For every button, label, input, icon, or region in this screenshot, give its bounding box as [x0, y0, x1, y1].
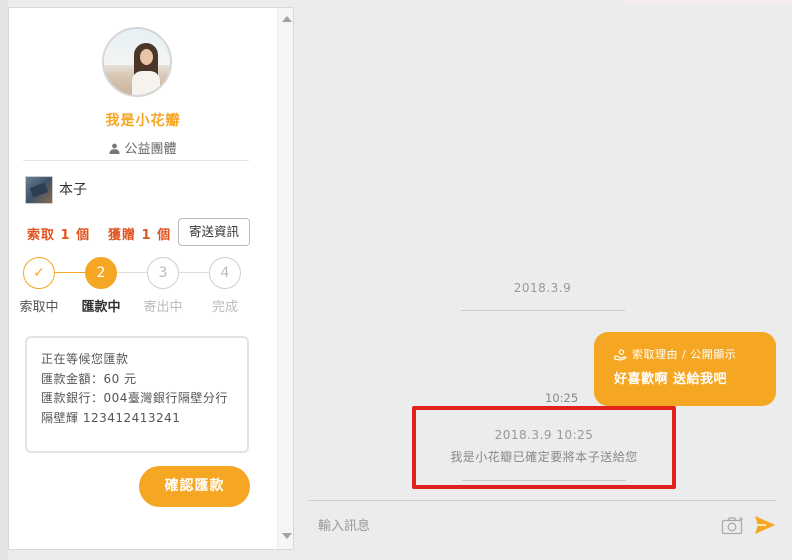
payment-bank: 匯款銀行：004臺灣銀行隔壁分行 [41, 391, 228, 405]
send-icon[interactable] [754, 514, 776, 536]
system-message-highlight: 2018.3.9 10:25 我是小花瓣已確定要將本子送給您 [412, 406, 676, 489]
payment-account: 隔壁輝 123412413241 [41, 410, 181, 425]
scroll-up-icon[interactable] [282, 16, 292, 22]
background-strip [622, 0, 792, 4]
payment-amount: 匯款金額：60 元 [41, 371, 137, 386]
step-2-label: 匯款中 [81, 300, 121, 315]
user-type-label: 公益團體 [124, 142, 177, 157]
system-message-datetime: 2018.3.9 10:25 [494, 428, 594, 442]
camera-icon[interactable] [721, 516, 745, 536]
order-panel-content: 我是小花瓣 公益團體 本子 索取 1 個 獲贈 1 個 寄送資訊 ✓ 2 3 4… [9, 8, 277, 549]
bubble-text: 好喜歡啊 送給我吧 [614, 372, 728, 387]
payment-info-box: 正在等候您匯款 匯款金額：60 元 匯款銀行：004臺灣銀行隔壁分行 隔壁輝 1… [25, 336, 249, 453]
given-count: 獲贈 1 個 [108, 228, 172, 243]
bubble-meta-label: 索取理由 / 公開顯示 [632, 348, 737, 361]
step-3-label: 寄出中 [143, 300, 183, 315]
message-time: 10:25 [545, 391, 579, 405]
item-name: 本子 [59, 182, 87, 198]
date-separator: 2018.3.9 [513, 281, 572, 295]
user-type: 公益團體 [9, 138, 277, 157]
system-message-line [462, 480, 626, 481]
confirm-payment-button[interactable]: 確認匯款 [139, 466, 250, 507]
scroll-down-icon[interactable] [282, 533, 292, 539]
user-name[interactable]: 我是小花瓣 [9, 110, 277, 130]
payment-status: 正在等候您匯款 [41, 352, 129, 366]
date-separator-line [461, 310, 625, 311]
send-info-button[interactable]: 寄送資訊 [178, 218, 250, 246]
requested-count: 索取 1 個 [27, 228, 91, 243]
order-panel: 我是小花瓣 公益團體 本子 索取 1 個 獲贈 1 個 寄送資訊 ✓ 2 3 4… [8, 7, 294, 550]
step-1-check-icon: ✓ [23, 257, 55, 289]
item-thumbnail[interactable] [25, 176, 53, 204]
step-4-label: 完成 [211, 300, 238, 315]
bubble-meta: 索取理由 / 公開顯示 [614, 346, 756, 362]
system-message-text: 我是小花瓣已確定要將本子送給您 [450, 450, 638, 464]
step-3: 3 [147, 257, 179, 289]
person-icon [109, 143, 121, 154]
step-2: 2 [85, 257, 117, 289]
step-4: 4 [209, 257, 241, 289]
background-edge [0, 0, 8, 560]
input-divider [309, 500, 776, 501]
hand-icon [614, 348, 627, 361]
message-input[interactable] [318, 512, 708, 540]
divider [23, 160, 249, 161]
chat-bubble: 索取理由 / 公開顯示 好喜歡啊 送給我吧 [594, 332, 776, 406]
avatar [102, 27, 172, 97]
step-1-label: 索取中 [19, 300, 59, 315]
scrollbar[interactable] [277, 8, 293, 549]
